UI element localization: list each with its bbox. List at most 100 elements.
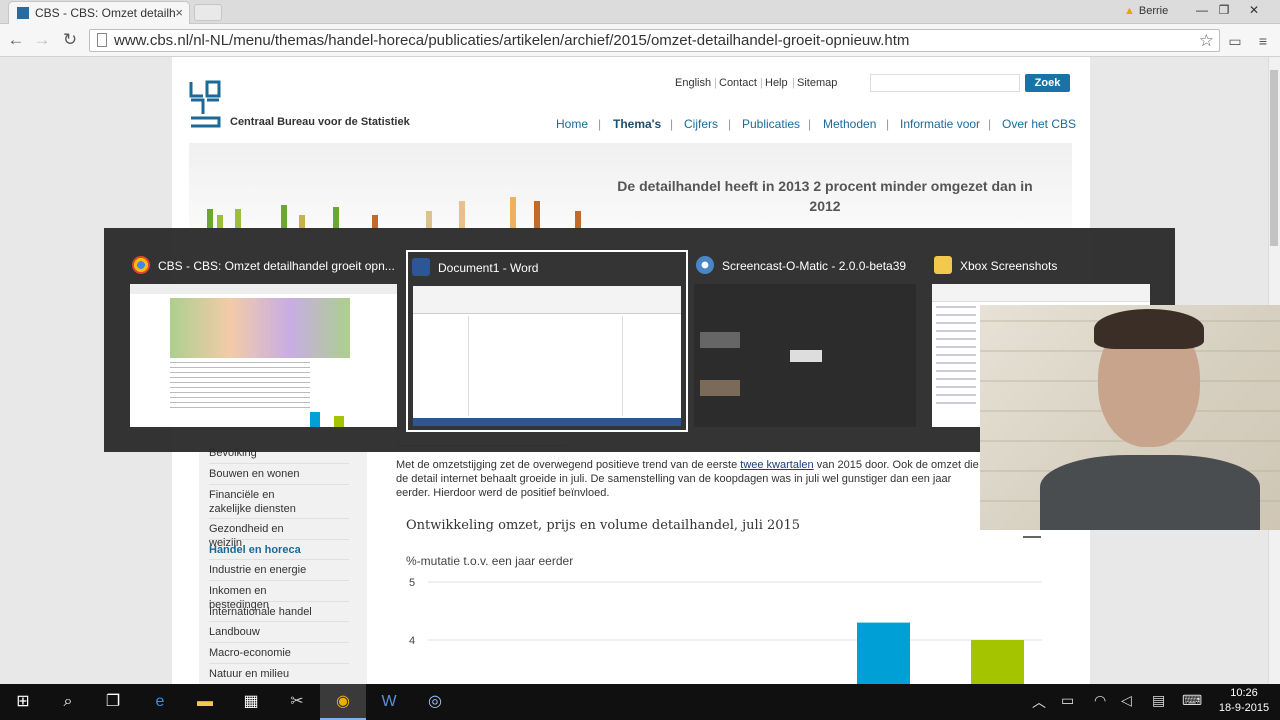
sidebar-divider	[209, 642, 349, 643]
window-title: Screencast-O-Matic - 2.0.0-beta39	[722, 259, 907, 273]
close-window-button[interactable]: ✕	[1240, 1, 1268, 19]
bookmark-star-icon[interactable]: ☆	[1199, 30, 1214, 51]
divider: |	[714, 77, 717, 89]
switcher-window-screencast[interactable]: Screencast-O-Matic - 2.0.0-beta39	[694, 250, 916, 440]
chart-bar[interactable]	[857, 622, 910, 684]
banner-bar	[510, 197, 516, 229]
nav-cijfers[interactable]: Cijfers	[684, 117, 718, 131]
sidebar-item[interactable]: Financiële en zakelijke diensten	[209, 488, 314, 516]
word-icon	[412, 258, 430, 276]
back-icon[interactable]: ←	[5, 30, 27, 50]
chart-bar[interactable]	[971, 640, 1024, 684]
preview-item	[700, 332, 740, 348]
webcam-hair	[1094, 309, 1204, 349]
window-title: Xbox Screenshots	[960, 259, 1058, 273]
link-sitemap[interactable]: Sitemap	[797, 77, 837, 89]
link-help[interactable]: Help	[765, 77, 788, 89]
profile-name: Berrie	[1138, 5, 1169, 17]
tab-close-icon[interactable]: ×	[175, 2, 183, 24]
search-button[interactable]: Zoek	[1025, 74, 1070, 92]
task-view-icon[interactable]: ❐	[90, 684, 136, 720]
show-hidden-icons[interactable]: ︿	[1032, 692, 1046, 712]
sidebar-divider	[209, 518, 349, 519]
cast-icon[interactable]: ▭	[1224, 31, 1246, 51]
start-button[interactable]: ⊞	[0, 684, 46, 720]
preview-ribbon	[413, 286, 681, 314]
divider: |	[598, 117, 602, 131]
action-center-icon[interactable]: ▤	[1152, 692, 1165, 709]
preview-bar	[310, 412, 320, 427]
chart-y-label: %-mutatie t.o.v. een jaar eerder	[406, 554, 574, 568]
search-icon[interactable]: ⌕	[45, 684, 91, 720]
switcher-window-chrome[interactable]: CBS - CBS: Omzet detailhandel groeit opn…	[130, 250, 401, 440]
sidebar-divider	[209, 663, 349, 664]
sidebar-divider	[209, 580, 349, 581]
forward-icon[interactable]: →	[31, 30, 53, 50]
webcam-overlay	[980, 305, 1280, 530]
battery-icon[interactable]: ▭	[1061, 692, 1074, 709]
nav-methoden[interactable]: Methoden	[823, 117, 876, 131]
sidebar-item[interactable]: Macro-economie	[209, 646, 314, 660]
file-explorer-icon[interactable]: ▬	[182, 684, 228, 720]
sidebar-item[interactable]: Internationale handel	[209, 605, 314, 619]
profile-button[interactable]: ▲ Berrie	[1124, 2, 1180, 20]
window-preview	[130, 284, 397, 427]
menu-icon[interactable]: ≡	[1252, 31, 1274, 51]
wifi-icon[interactable]: ◠	[1094, 692, 1106, 709]
window-preview	[694, 284, 916, 427]
preview-text	[170, 362, 310, 412]
sidebar-item[interactable]: Bouwen en wonen	[209, 467, 314, 481]
tab-title: CBS - CBS: Omzet detailh	[35, 6, 176, 20]
reload-icon[interactable]: ↻	[59, 30, 81, 50]
taskbar: ⊞ ⌕ ❐ e ▬ ▦ ✂ ◉ W ◎	[0, 684, 1280, 720]
keyboard-icon[interactable]: ⌨	[1182, 692, 1202, 709]
clock-time: 10:26	[1230, 687, 1258, 699]
nav-informatie-voor[interactable]: Informatie voor	[900, 117, 980, 131]
preview-dialog	[790, 350, 822, 362]
switcher-window-word[interactable]: Document1 - Word	[406, 250, 688, 432]
site-search-input[interactable]	[870, 74, 1020, 92]
system-clock[interactable]: 10:26 18-9-2015	[1214, 686, 1274, 716]
sidebar-item[interactable]: Natuur en milieu	[209, 667, 314, 681]
link-contact[interactable]: Contact	[719, 77, 757, 89]
clock-date: 18-9-2015	[1218, 702, 1270, 714]
browser-tab[interactable]: CBS - CBS: Omzet detailh ×	[8, 1, 190, 24]
preview-document	[468, 316, 623, 416]
edge-icon[interactable]: e	[137, 684, 183, 720]
nav-themas[interactable]: Thema's	[613, 117, 661, 131]
preview-toolbar	[130, 284, 397, 294]
paragraph-text: Met de omzetstijging zet de overwegend p…	[396, 459, 741, 471]
webcam-shirt	[1040, 455, 1260, 530]
scrollbar-thumb[interactable]	[1270, 70, 1278, 246]
address-bar[interactable]: www.cbs.nl/nl-NL/menu/themas/handel-hore…	[89, 29, 1220, 52]
store-icon[interactable]: ▦	[228, 684, 274, 720]
preview-bar	[334, 416, 344, 427]
new-tab-button[interactable]	[194, 4, 222, 21]
link-twee-kwartalen[interactable]: twee kwartalen	[740, 459, 813, 471]
screencast-taskbar-icon[interactable]: ◎	[412, 684, 458, 720]
volume-icon[interactable]: ◁	[1121, 692, 1132, 709]
snipping-tool-icon[interactable]: ✂	[274, 684, 320, 720]
preview-ribbon	[932, 284, 1150, 302]
nav-over-het-cbs[interactable]: Over het CBS	[1002, 117, 1076, 131]
banner-bar	[426, 211, 432, 229]
window-title: Document1 - Word	[438, 261, 539, 275]
banner-headline: De detailhandel heeft in 2013 2 procent …	[617, 178, 1033, 214]
sidebar-item[interactable]: Landbouw	[209, 625, 314, 639]
divider: |	[670, 117, 674, 131]
chrome-taskbar-icon[interactable]: ◉	[320, 684, 366, 720]
page-icon	[97, 33, 107, 47]
sidebar-item[interactable]: Industrie en energie	[209, 563, 314, 577]
cbs-favicon-icon	[17, 7, 29, 19]
sidebar-item[interactable]: Handel en horeca	[209, 543, 314, 557]
maximize-button[interactable]: ❐	[1210, 1, 1238, 19]
divider: |	[728, 117, 732, 131]
banner-bar	[207, 209, 213, 229]
sidebar-divider	[209, 484, 349, 485]
link-english[interactable]: English	[675, 77, 711, 89]
nav-publicaties[interactable]: Publicaties	[742, 117, 800, 131]
cbs-logo[interactable]	[189, 80, 221, 128]
sidebar-divider	[209, 621, 349, 622]
word-taskbar-icon[interactable]: W	[366, 684, 412, 720]
nav-home[interactable]: Home	[556, 117, 588, 131]
